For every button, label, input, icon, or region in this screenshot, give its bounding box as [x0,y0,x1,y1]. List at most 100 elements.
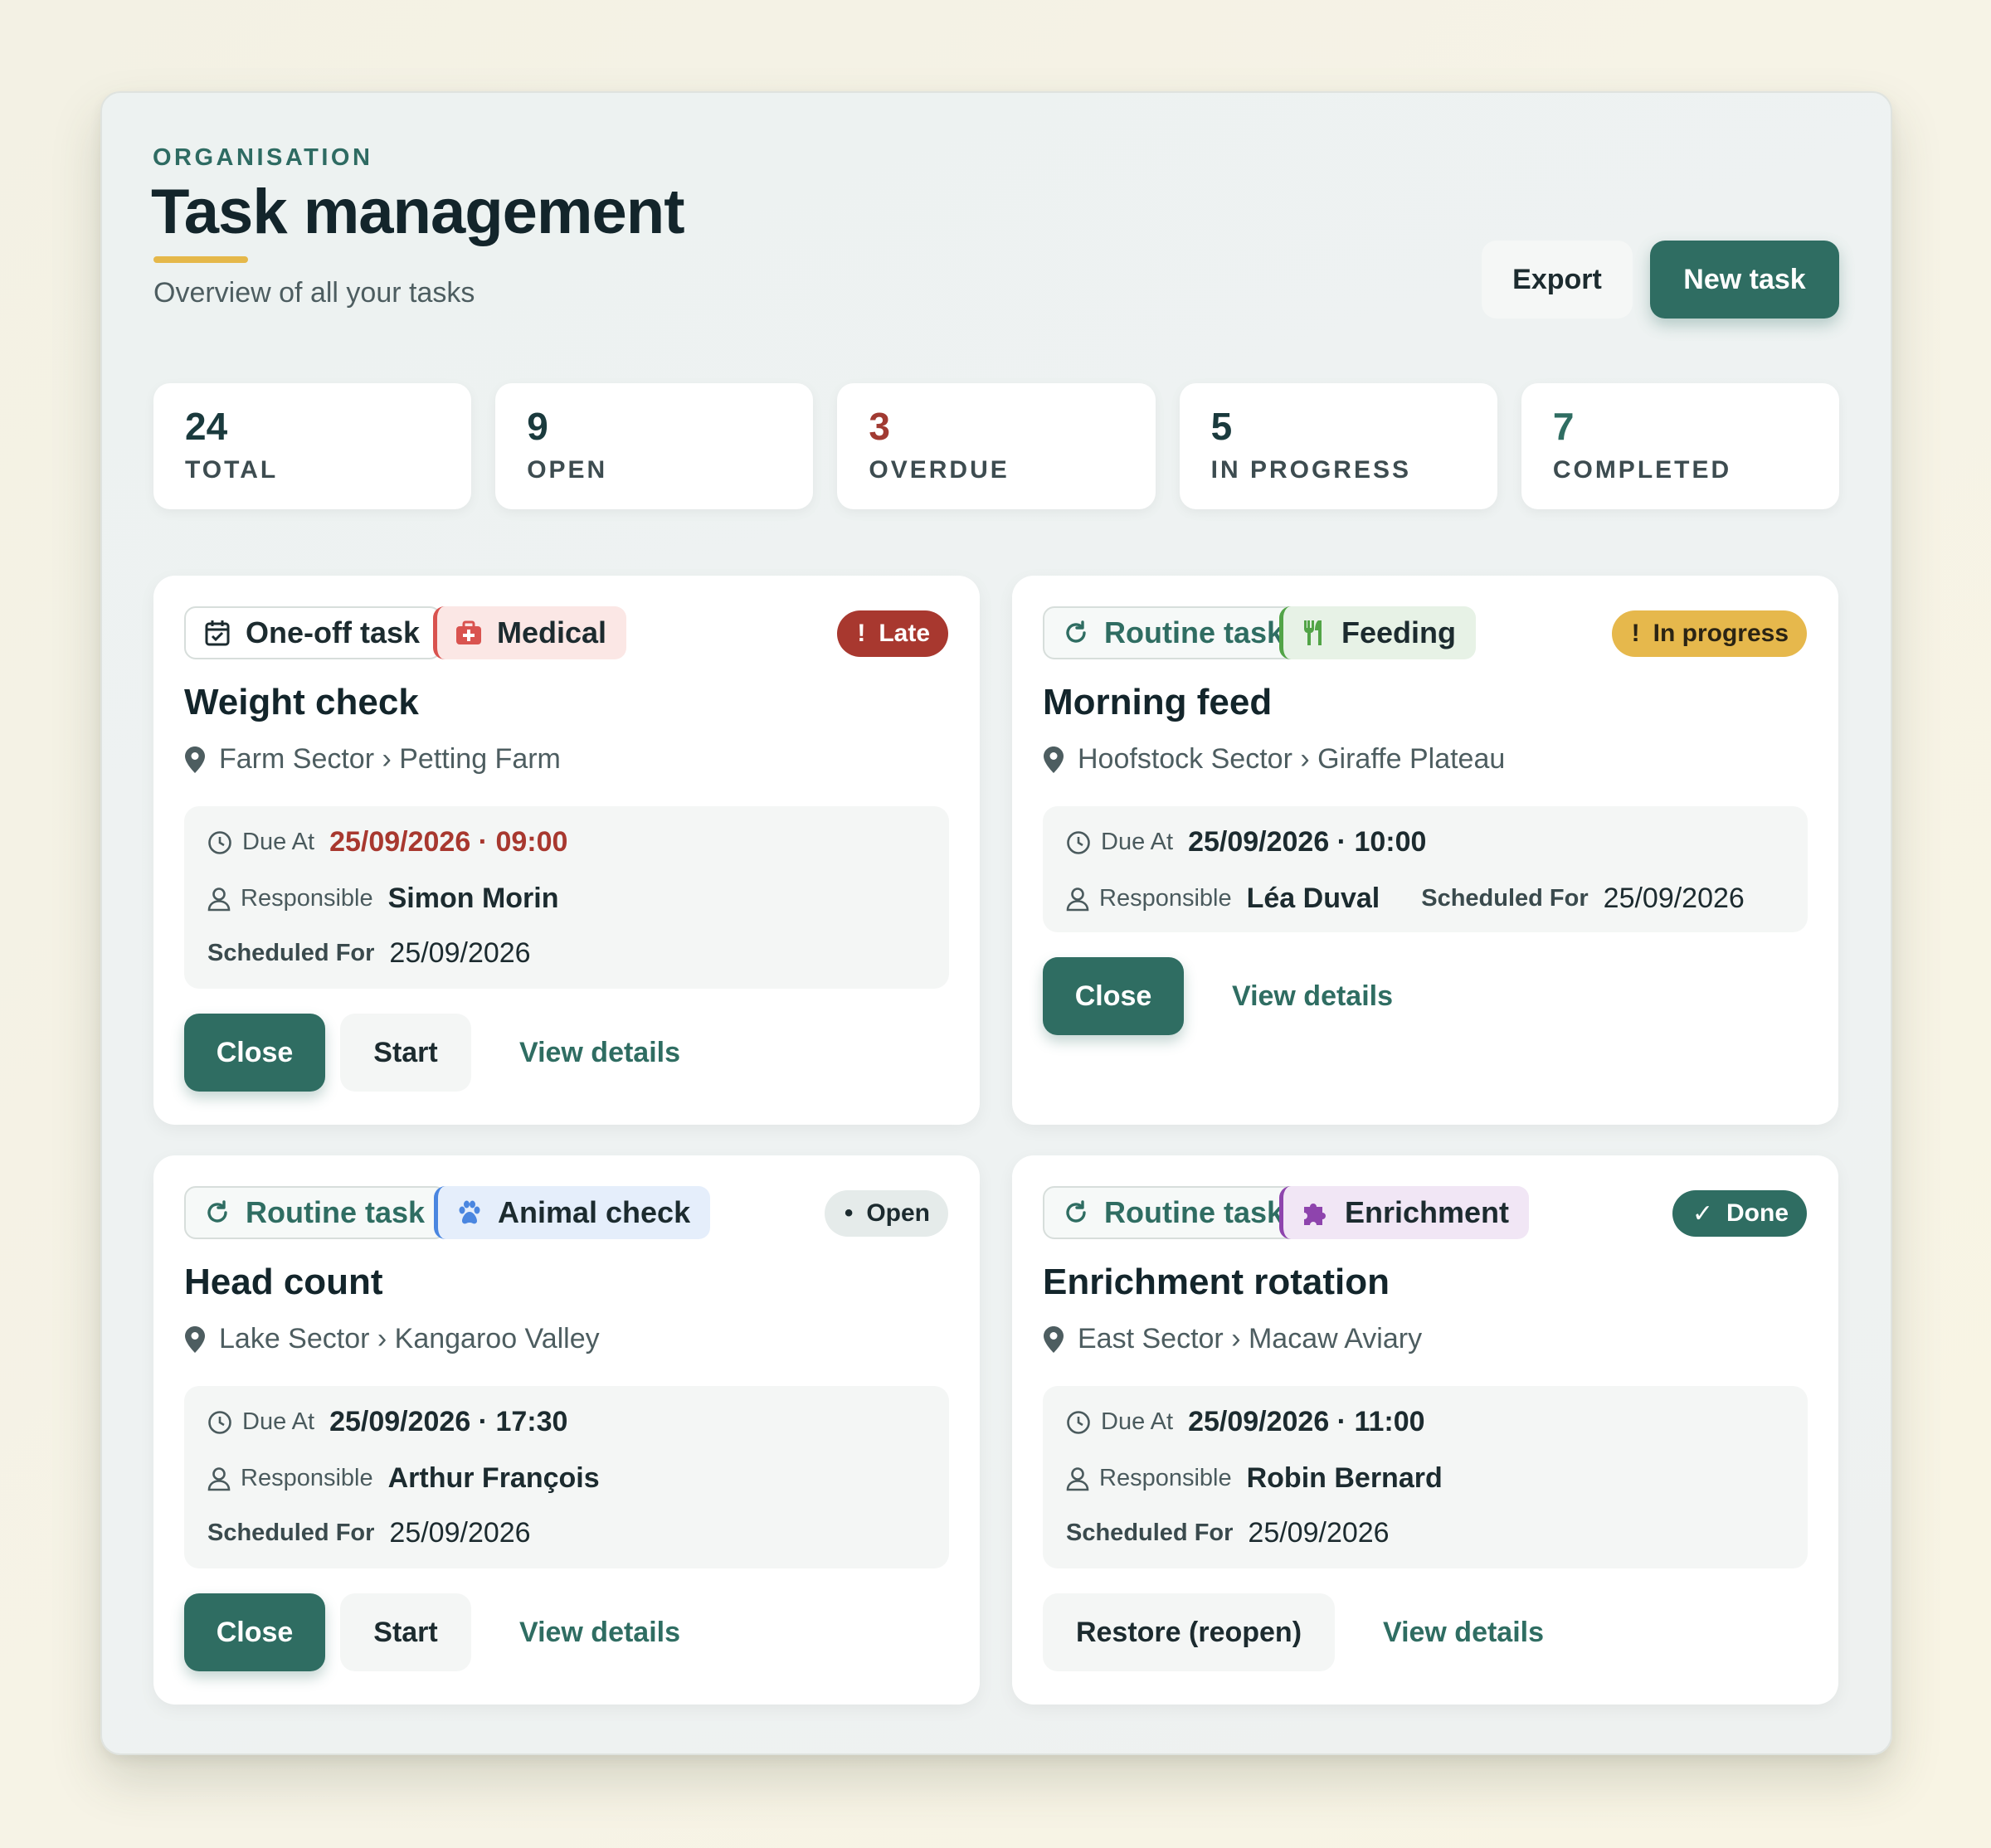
task-type-chip: One-off task [184,606,442,659]
task-actions: Close View details [1043,957,1426,1035]
paw-icon [459,1200,480,1224]
page-subtitle: Overview of all your tasks [153,277,475,309]
puzzle-icon [1304,1204,1326,1225]
category-chip: Animal check [434,1186,711,1239]
close-task-button[interactable]: Close [184,1593,325,1671]
scheduled-label: Scheduled For [207,1520,375,1546]
responsible-value: Robin Bernard [1246,1462,1443,1494]
first-aid-kit-icon [456,620,481,644]
task-location: Lake Sector › Kangaroo Valley [184,1323,600,1355]
stat-value: 7 [1552,405,1575,448]
category-chip: Enrichment [1279,1186,1530,1239]
view-details-link[interactable]: View details [1199,980,1426,1013]
location-text: Farm Sector › Petting Farm [219,743,561,775]
task-location: Hoofstock Sector › Giraffe Plateau [1043,743,1505,776]
due-row: Due At 25/09/2026 · 17:30 [207,1406,567,1438]
task-card-weight-check: One-off task Medical ! Late Weight check… [153,576,980,1125]
close-task-button[interactable]: Close [184,1014,325,1092]
eyebrow-label: ORGANISATION [153,144,373,171]
status-badge: ✓ Done [1672,1190,1807,1237]
stat-total: 24 TOTAL [153,383,472,509]
location-text: Lake Sector › Kangaroo Valley [219,1323,600,1354]
stat-value: 24 [185,405,228,448]
task-management-panel: ORGANISATION Task management Overview of… [100,91,1892,1755]
task-title: Head count [184,1262,383,1302]
scheduled-value: 25/09/2026 [389,1517,531,1549]
due-value: 25/09/2026 · 17:30 [329,1406,568,1437]
user-icon [207,887,231,911]
responsible-value: Léa Duval [1246,883,1380,914]
responsible-label: Responsible [241,885,373,912]
stat-overdue: 3 OVERDUE [837,383,1156,509]
scheduled-label: Scheduled For [207,940,375,966]
map-pin-icon [1044,1325,1064,1353]
due-value: 25/09/2026 · 09:00 [329,826,568,858]
task-details: Due At 25/09/2026 · 09:00 Responsible Si… [184,806,949,989]
map-pin-icon [1044,746,1064,773]
responsible-row: Responsible Simon Morin [207,883,559,915]
responsible-row: Responsible Léa Duval Scheduled For 25/0… [1066,883,1745,915]
task-actions: Close Start View details [184,1593,713,1671]
status-label: Late [879,620,930,647]
due-label: Due At [1101,829,1174,855]
stat-value: 9 [527,405,548,448]
stat-label: COMPLETED [1552,456,1732,484]
task-title: Weight check [184,682,419,722]
calendar-check-icon [205,620,230,646]
export-button[interactable]: Export [1482,241,1633,319]
category-label: Medical [497,615,607,649]
task-card-morning-feed: Routine task Feeding ! In progress Morni… [1012,576,1838,1125]
scheduled-row: Scheduled For 25/09/2026 [207,937,531,970]
responsible-value: Arthur François [387,1462,600,1494]
clock-icon [208,830,231,854]
status-badge: ! In progress [1611,610,1807,657]
close-task-button[interactable]: Close [1043,957,1184,1035]
task-actions: Restore (reopen) View details [1043,1593,1577,1671]
clock-icon [1067,1410,1090,1434]
user-icon [207,1466,231,1491]
view-details-link[interactable]: View details [486,1617,713,1649]
task-card-enrichment-rotation: Routine task Enrichment ✓ Done Enrichmen… [1012,1155,1838,1705]
user-icon [1066,1466,1089,1491]
start-task-button[interactable]: Start [340,1593,471,1671]
task-type-chip: Routine task [1043,606,1306,659]
utensils-icon [1304,620,1322,645]
view-details-link[interactable]: View details [1350,1617,1577,1649]
clock-icon [208,1410,231,1434]
location-text: East Sector › Macaw Aviary [1078,1323,1423,1354]
view-details-link[interactable]: View details [486,1037,713,1069]
stat-label: TOTAL [185,456,279,484]
scheduled-value: 25/09/2026 [389,937,531,969]
task-card-head-count: Routine task Animal check • Open Head co… [153,1155,980,1705]
responsible-label: Responsible [241,1465,373,1491]
map-pin-icon [185,746,205,773]
category-label: Feeding [1341,615,1457,649]
scheduled-value: 25/09/2026 [1603,883,1745,914]
responsible-value: Simon Morin [387,883,559,914]
restore-reopen-button[interactable]: Restore (reopen) [1043,1593,1335,1671]
stat-value: 5 [1210,405,1233,448]
stat-completed: 7 COMPLETED [1521,383,1840,509]
due-label: Due At [242,1408,315,1435]
stat-label: OPEN [527,456,608,484]
new-task-button[interactable]: New task [1650,241,1839,319]
task-type-chip: Routine task [1043,1186,1306,1239]
category-label: Enrichment [1345,1195,1510,1229]
status-badge: ! Late [837,610,948,657]
status-badge: • Open [824,1190,948,1237]
stat-value: 3 [869,405,890,448]
task-details: Due At 25/09/2026 · 11:00 Responsible Ro… [1043,1386,1808,1568]
category-chip: Feeding [1279,606,1477,659]
due-value: 25/09/2026 · 10:00 [1188,826,1427,858]
task-type-label: Routine task [1104,1195,1284,1229]
due-value: 25/09/2026 · 11:00 [1188,1406,1425,1437]
start-task-button[interactable]: Start [340,1014,471,1092]
task-type-label: Routine task [246,1195,426,1229]
scheduled-row: Scheduled For 25/09/2026 [1066,1517,1390,1549]
task-details: Due At 25/09/2026 · 17:30 Responsible Ar… [184,1386,949,1568]
task-type-label: Routine task [1104,615,1284,649]
due-label: Due At [1101,1408,1174,1435]
task-type-label: One-off task [246,615,421,649]
scheduled-value: 25/09/2026 [1248,1517,1390,1549]
due-row: Due At 25/09/2026 · 10:00 [1066,826,1426,858]
